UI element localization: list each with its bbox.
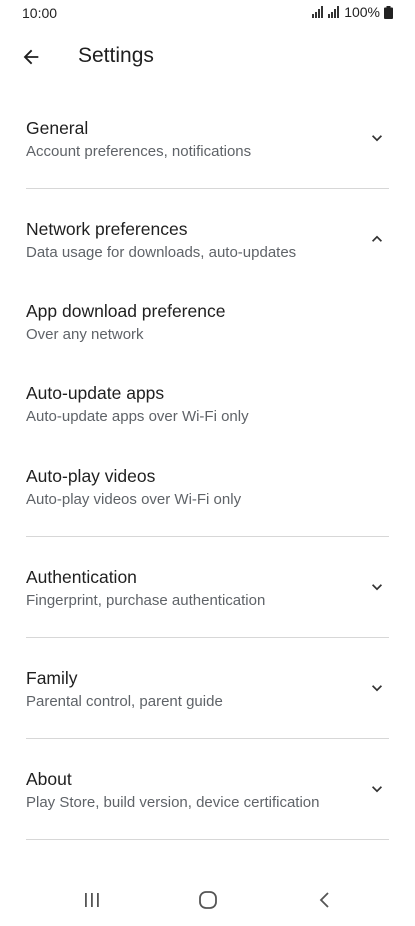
section-title: Family [26,668,78,688]
signal-icon [312,6,324,18]
section-authentication[interactable]: Authentication Fingerprint, purchase aut… [26,566,388,611]
back-button[interactable] [16,42,46,72]
battery-icon [384,5,393,19]
home-icon [199,891,217,909]
section-title: About [26,769,72,789]
setting-title: Auto-update apps [26,383,165,403]
chevron-down-icon [366,778,388,800]
section-subtitle: Data usage for downloads, auto-updates [26,244,297,261]
section-family[interactable]: Family Parental control, parent guide [26,667,388,712]
page-title: Settings [78,44,154,67]
divider [26,738,389,739]
chevron-up-icon [366,228,388,250]
section-subtitle: Play Store, build version, device certif… [26,794,320,811]
section-title: Network preferences [26,219,188,239]
app-bar: Settings [0,34,415,80]
system-nav-bar [0,876,415,926]
divider [26,839,389,840]
section-network-preferences[interactable]: Network preferences Data usage for downl… [26,218,388,263]
setting-value: Over any network [26,326,144,343]
recent-apps-button[interactable] [78,888,106,912]
section-subtitle: Parental control, parent guide [26,693,223,710]
arrow-back-icon [23,49,39,65]
section-title: Authentication [26,567,137,587]
battery-percent: 100% [344,4,380,20]
setting-auto-play-videos[interactable]: Auto-play videos Auto-play videos over W… [26,465,388,510]
status-bar: 10:00 100% [0,0,415,28]
section-subtitle: Fingerprint, purchase authentication [26,592,266,609]
divider [26,536,389,537]
chevron-down-icon [366,576,388,598]
home-button[interactable] [194,888,222,912]
setting-title: App download preference [26,301,226,321]
section-about[interactable]: About Play Store, build version, device … [26,768,388,813]
status-time: 10:00 [22,5,58,21]
chevron-down-icon [366,127,388,149]
setting-auto-update-apps[interactable]: Auto-update apps Auto-update apps over W… [26,382,388,427]
recent-apps-icon [85,893,99,907]
system-back-button[interactable] [311,888,339,912]
divider [26,637,389,638]
section-general[interactable]: General Account preferences, notificatio… [26,117,388,162]
signal-icon [328,6,340,18]
divider [26,188,389,189]
status-indicators: 100% [312,4,393,20]
section-subtitle: Account preferences, notifications [26,143,252,160]
back-icon [319,892,329,908]
setting-app-download-preference[interactable]: App download preference Over any network [26,300,388,345]
setting-value: Auto-update apps over Wi-Fi only [26,408,249,425]
setting-title: Auto-play videos [26,466,156,486]
chevron-down-icon [366,677,388,699]
section-title: General [26,118,89,138]
setting-value: Auto-play videos over Wi-Fi only [26,491,242,508]
